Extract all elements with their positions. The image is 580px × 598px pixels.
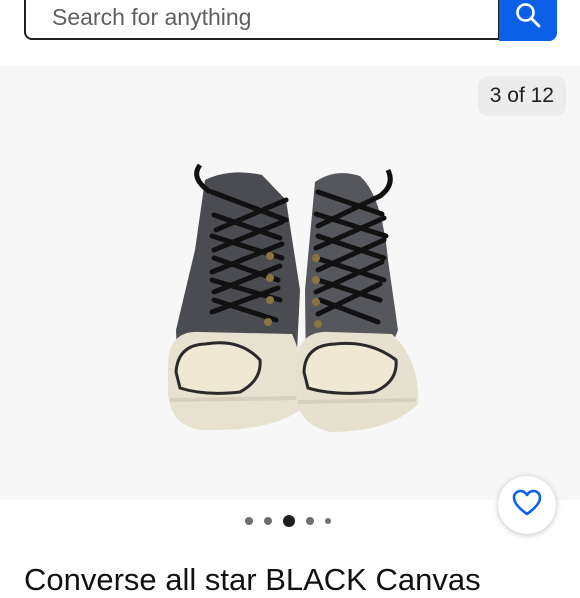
image-counter: 3 of 12 xyxy=(477,76,566,116)
carousel-dot[interactable] xyxy=(325,518,331,524)
product-image-gallery[interactable]: 3 of 12 xyxy=(0,66,580,500)
search-input[interactable]: Search for anything xyxy=(24,0,500,40)
product-title: Converse all star BLACK Canvas xyxy=(24,562,481,597)
carousel-dot[interactable] xyxy=(245,517,253,525)
carousel-dot[interactable] xyxy=(306,517,314,525)
product-photo xyxy=(168,163,419,432)
add-to-watchlist-button[interactable] xyxy=(498,476,556,534)
carousel-dot-active[interactable] xyxy=(283,515,295,527)
search-icon xyxy=(514,1,542,34)
search-placeholder: Search for anything xyxy=(52,3,252,30)
carousel-dots xyxy=(245,515,331,527)
heart-icon xyxy=(512,489,542,522)
carousel-dot[interactable] xyxy=(264,517,272,525)
search-button[interactable] xyxy=(499,0,557,41)
